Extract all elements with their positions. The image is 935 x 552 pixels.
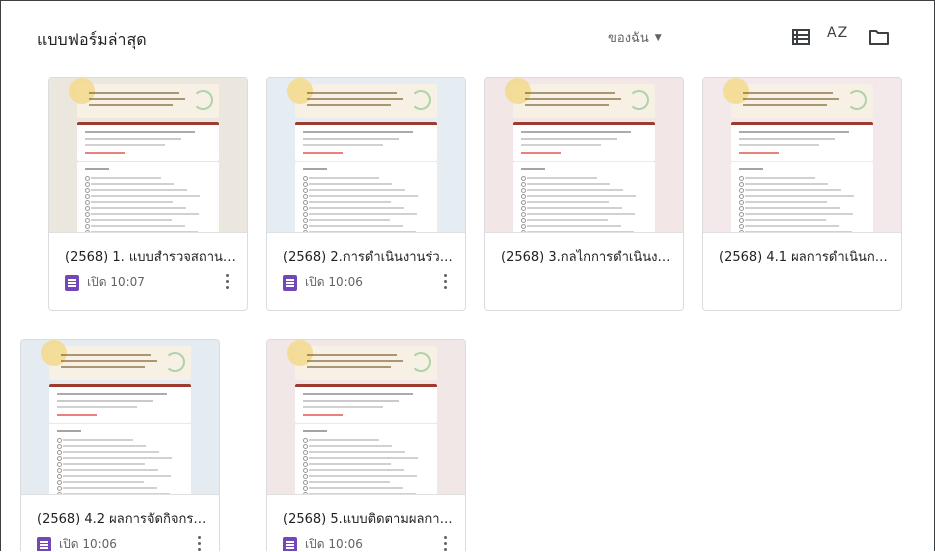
form-title: (2568) 4.2 ผลการจัดกิจกรรมเพื่อเสริมทักษ… <box>37 512 209 527</box>
opened-time: เปิด 10:06 <box>59 537 117 551</box>
forms-icon <box>37 536 51 551</box>
form-thumbnail <box>267 78 465 233</box>
form-meta: เปิด 10:06 <box>283 535 363 551</box>
forms-icon <box>65 274 79 291</box>
form-title: (2568) 5.แบบติดตามผลการเฝ้าระวัง <box>283 512 455 527</box>
form-title: (2568) 3.กลไกการดำเนินงานป้องกันปัญหา <box>501 250 673 265</box>
more-options-icon[interactable] <box>189 533 209 551</box>
sort-az-icon[interactable]: AZ <box>827 25 851 49</box>
form-title: (2568) 2.การดำเนินงานร่วมกับสถานศึกษาและ… <box>283 250 455 265</box>
form-card[interactable]: (2568) 3.กลไกการดำเนินงานป้องกันปัญหา <box>484 77 684 311</box>
more-options-icon[interactable] <box>217 271 237 291</box>
form-card[interactable]: (2568) 4.1 ผลการดำเนินการจัดกิจกรรม <box>702 77 902 311</box>
form-title: (2568) 4.1 ผลการดำเนินการจัดกิจกรรม <box>719 250 891 265</box>
form-question-preview <box>49 424 191 494</box>
page-title: แบบฟอร์มล่าสุด <box>37 30 147 49</box>
opened-time: เปิด 10:06 <box>305 275 363 289</box>
form-title-panel <box>731 122 873 161</box>
opened-time: เปิด 10:07 <box>87 275 145 289</box>
form-thumbnail <box>485 78 683 233</box>
form-header-banner <box>505 78 655 118</box>
form-card-info: (2568) 1. แบบสำรวจสถานศึกษาที่เข้าร่วมโค… <box>49 233 247 310</box>
owner-filter-dropdown[interactable]: ของฉัน ▼ <box>608 27 662 48</box>
form-header-banner <box>41 340 191 380</box>
form-meta: เปิด 10:07 <box>65 273 145 292</box>
form-card-info: (2568) 4.1 ผลการดำเนินการจัดกิจกรรม <box>703 233 901 310</box>
form-card[interactable]: (2568) 5.แบบติดตามผลการเฝ้าระวัง เปิด 10… <box>266 339 466 551</box>
form-question-preview <box>295 162 437 232</box>
form-title-panel <box>49 384 191 423</box>
form-thumbnail <box>703 78 901 233</box>
form-card[interactable]: (2568) 2.การดำเนินงานร่วมกับสถานศึกษาและ… <box>266 77 466 311</box>
form-meta: เปิด 10:06 <box>283 273 363 292</box>
form-card[interactable]: (2568) 4.2 ผลการจัดกิจกรรมเพื่อเสริมทักษ… <box>20 339 220 551</box>
form-title: (2568) 1. แบบสำรวจสถานศึกษาที่เข้าร่วมโค… <box>65 250 237 265</box>
forms-icon <box>283 274 297 291</box>
form-header-banner <box>287 78 437 118</box>
form-title-panel <box>513 122 655 161</box>
recent-forms-window: แบบฟอร์มล่าสุด ของฉัน ▼ AZ (2568) 1. แบบ… <box>0 0 935 551</box>
form-thumbnail <box>21 340 219 495</box>
chevron-down-icon: ▼ <box>654 32 662 43</box>
folder-icon[interactable] <box>867 25 891 49</box>
list-view-icon[interactable] <box>789 25 813 49</box>
form-header-banner <box>69 78 219 118</box>
form-header-banner <box>723 78 873 118</box>
form-title-panel <box>77 122 219 161</box>
form-card-info: (2568) 5.แบบติดตามผลการเฝ้าระวัง เปิด 10… <box>267 495 465 551</box>
more-options-icon[interactable] <box>435 533 455 551</box>
form-question-preview <box>295 424 437 494</box>
header: แบบฟอร์มล่าสุด ของฉัน ▼ AZ <box>1 1 934 71</box>
form-thumbnail <box>49 78 247 233</box>
owner-filter-label: ของฉัน <box>608 31 649 46</box>
form-card-info: (2568) 4.2 ผลการจัดกิจกรรมเพื่อเสริมทักษ… <box>21 495 219 551</box>
form-card-info: (2568) 3.กลไกการดำเนินงานป้องกันปัญหา <box>485 233 683 310</box>
form-title-panel <box>295 384 437 423</box>
form-question-preview <box>513 162 655 232</box>
form-meta: เปิด 10:06 <box>37 535 117 551</box>
form-question-preview <box>77 162 219 232</box>
form-thumbnail <box>267 340 465 495</box>
form-question-preview <box>731 162 873 232</box>
opened-time: เปิด 10:06 <box>305 537 363 551</box>
form-card-info: (2568) 2.การดำเนินงานร่วมกับสถานศึกษาและ… <box>267 233 465 310</box>
more-options-icon[interactable] <box>435 271 455 291</box>
form-card[interactable]: (2568) 1. แบบสำรวจสถานศึกษาที่เข้าร่วมโค… <box>48 77 248 311</box>
form-title-panel <box>295 122 437 161</box>
form-header-banner <box>287 340 437 380</box>
forms-icon <box>283 536 297 551</box>
